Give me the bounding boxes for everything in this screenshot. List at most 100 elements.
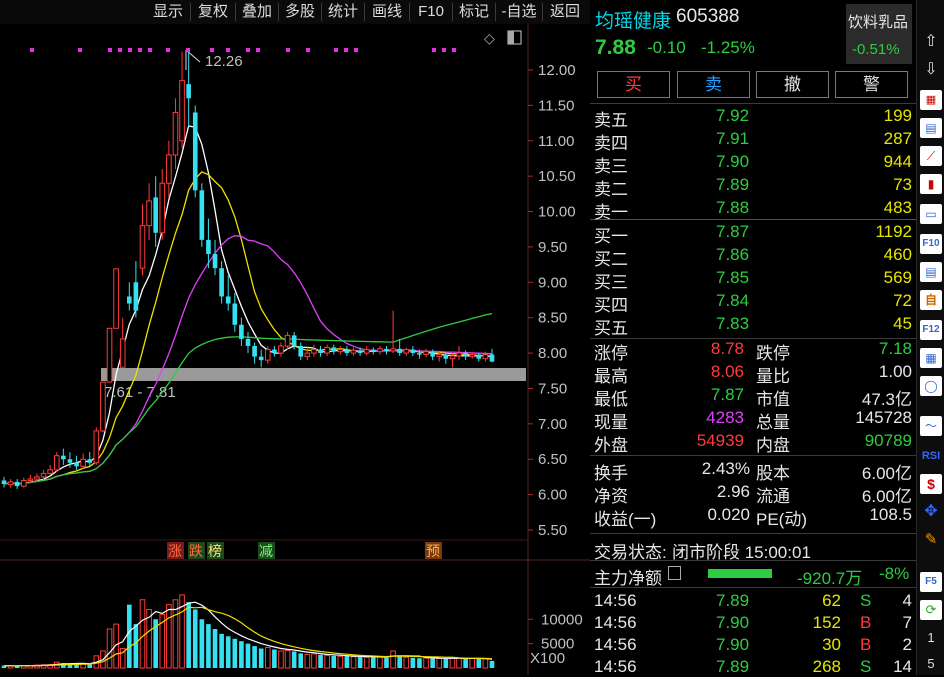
cancel-order-button[interactable]: 撤 [756, 71, 829, 98]
tick-side: S [860, 657, 872, 676]
wave-icon[interactable]: 〜 [920, 416, 942, 436]
toolbar-stats-button[interactable]: 统计 [322, 2, 364, 22]
toolbar-draw-button[interactable]: 画线 [365, 2, 409, 22]
volume-bar [186, 602, 191, 668]
signal-dot [30, 48, 34, 52]
stat-label: 量比 [756, 367, 790, 386]
list-icon[interactable] [668, 566, 681, 580]
window-icon[interactable]: ▭ [920, 204, 942, 224]
volume-bar [363, 656, 370, 669]
candle-body [291, 335, 297, 346]
kline-chart-area[interactable]: ◇ 7.61 - 7.81 12.26 涨 跌 榜 减 预 X100 12.00… [0, 24, 590, 675]
f10-icon[interactable]: F10 [920, 234, 942, 254]
candle-body [331, 347, 337, 352]
buy-button[interactable]: 买 [597, 71, 670, 98]
pencil-icon[interactable]: ✎ [920, 530, 942, 550]
main-flow-pct: -8% [879, 564, 910, 583]
toolbar-remove-watchlist-button[interactable]: -自选 [496, 2, 542, 22]
ask-label: 卖四 [594, 134, 628, 153]
document-icon[interactable]: ▤ [920, 262, 942, 282]
volume-bar [403, 656, 410, 669]
price-tick-label: 11.00 [538, 133, 574, 150]
stat-label: 股本 [756, 464, 790, 483]
volume-bar [482, 658, 489, 669]
bid-price: 7.83 [716, 314, 750, 333]
stat-label: 外盘 [594, 436, 628, 455]
diamond-icon[interactable]: ◇ [484, 30, 495, 46]
candle-body [456, 352, 462, 357]
tick-price: 7.90 [716, 613, 750, 632]
candle-body [179, 80, 185, 142]
page-5-icon[interactable]: 5 [920, 654, 942, 674]
page-1-icon[interactable]: 1 [920, 628, 942, 648]
alert-button[interactable]: 警 [835, 71, 908, 98]
volume-bar [449, 657, 456, 669]
line-chart-icon[interactable]: ⟋ [920, 146, 942, 166]
window-toggle-icon-fill [508, 31, 514, 44]
sector-box[interactable]: 饮料乳品 -0.51% [846, 4, 912, 64]
signal-dot [166, 48, 170, 52]
rsi-icon[interactable]: RSI [920, 446, 942, 466]
candle-body [87, 459, 93, 463]
current-price: 7.88 [595, 36, 636, 59]
price-tick-label: 11.50 [538, 97, 574, 114]
tick-side: B [860, 613, 872, 632]
price-tick-label: 8.50 [538, 310, 567, 327]
sell-button[interactable]: 卖 [677, 71, 750, 98]
move-icon[interactable]: ✥ [920, 502, 942, 522]
refresh-icon[interactable]: ⟳ [920, 600, 942, 620]
signal-dot [306, 48, 310, 52]
volume-bar [166, 604, 172, 669]
ask-price: 7.90 [716, 152, 750, 171]
toolbar-f10-button[interactable]: F10 [410, 2, 452, 22]
volume-bar [87, 664, 93, 668]
f12-icon[interactable]: F12 [920, 320, 942, 340]
toolbar-multistock-button[interactable]: 多股 [279, 2, 321, 22]
table-icon[interactable]: ▤ [920, 118, 942, 138]
f5-icon[interactable]: F5 [920, 572, 942, 592]
volume-bar [212, 629, 218, 668]
kline-icon[interactable]: ▮ [920, 174, 942, 194]
calendar-icon[interactable]: ▦ [920, 90, 942, 110]
candle-body [463, 353, 468, 357]
arrow-down-icon[interactable]: ⇩ [920, 60, 942, 80]
price-tick-label: 9.00 [538, 274, 567, 291]
price-tick-label: 12.00 [538, 62, 576, 79]
volume-bar [245, 643, 251, 668]
candle-body [53, 455, 60, 471]
candle-body [80, 458, 86, 467]
candle-body [350, 349, 357, 354]
grid-icon[interactable]: ▦ [920, 348, 942, 368]
ma10-line [3, 171, 493, 485]
divider [590, 219, 916, 220]
toolbar-display-button[interactable]: 显示 [146, 2, 190, 22]
volume-bar [311, 653, 317, 669]
toolbar-back-button[interactable]: 返回 [543, 2, 587, 22]
candle-body [199, 190, 205, 240]
stat-value: 2.96 [716, 482, 750, 501]
candle-body [74, 462, 79, 467]
candle-body [166, 154, 172, 184]
volume-bar [298, 653, 304, 668]
toolbar-mark-button[interactable]: 标记 [453, 2, 495, 22]
arrow-up-icon[interactable]: ⇧ [920, 32, 942, 52]
tick-volume: 30 [822, 635, 841, 654]
high-label: 12.26 [205, 53, 243, 70]
volume-bar [476, 658, 482, 668]
divider [590, 560, 916, 561]
range-label: 7.61 - 7.81 [104, 384, 176, 401]
watchlist-icon[interactable]: 自 [920, 290, 942, 310]
circle-icon[interactable]: ◯ [920, 376, 942, 396]
kline-chart[interactable]: ◇ 7.61 - 7.81 12.26 涨 跌 榜 减 预 X100 12.00… [0, 24, 590, 675]
bid-volume: 460 [883, 245, 912, 264]
candle-body [469, 353, 476, 358]
volume-bar [284, 649, 291, 669]
candlestick-series [1, 51, 495, 489]
dollar-icon[interactable]: $ [920, 474, 942, 494]
divider [590, 587, 916, 588]
candle-body [27, 478, 34, 482]
volume-bar [344, 656, 350, 668]
stock-name: 均瑶健康 [595, 11, 672, 32]
toolbar-adjust-button[interactable]: 复权 [191, 2, 235, 22]
toolbar-overlay-button[interactable]: 叠加 [236, 2, 278, 22]
